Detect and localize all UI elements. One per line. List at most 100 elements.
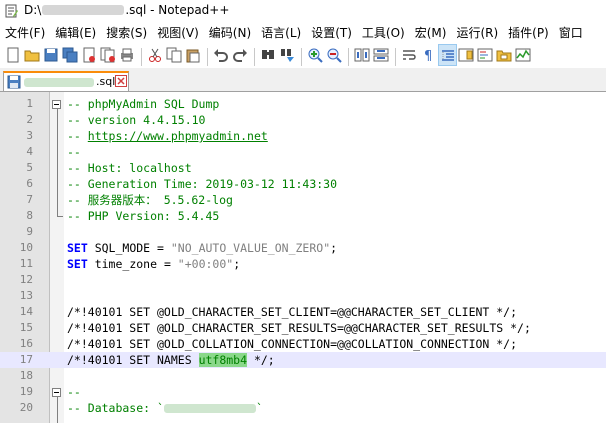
menu-item[interactable]: 编码(N) [204,23,256,42]
code-line[interactable]: 7 -- 服务器版本： 5.5.62-log [0,192,606,208]
close-icon [83,47,95,63]
code-line[interactable]: 16 /*!40101 SET @OLD_COLLATION_CONNECTION… [0,336,606,352]
paste-button[interactable] [184,44,203,66]
code-line[interactable]: 19 -- [0,384,606,400]
menu-item[interactable]: 语言(L) [256,23,306,42]
code-line[interactable]: 5 -- Host: localhost [0,160,606,176]
folder-workspace-button[interactable] [495,44,514,66]
function-list-button[interactable] [476,44,495,66]
line-text[interactable]: -- Generation Time: 2019-03-12 11:43:30 [67,176,337,192]
save-all-icon [62,47,78,63]
menu-item[interactable]: 视图(V) [152,23,204,42]
title-bar: D:\ .sql - Notepad++ [0,0,606,22]
file-tab[interactable]: .sql [3,71,129,91]
line-text[interactable]: /*!40101 SET @OLD_COLLATION_CONNECTION=@… [67,336,517,352]
line-text[interactable]: -- Database: ` ` [67,400,263,416]
copy-icon [166,47,182,63]
line-text[interactable]: /*!40101 SET @OLD_CHARACTER_SET_CLIENT=@… [67,304,517,320]
doc-map-button[interactable] [457,44,476,66]
save-button[interactable] [42,44,61,66]
menu-item[interactable]: 宏(M) [410,23,452,42]
word-wrap-button[interactable] [400,44,419,66]
url-link[interactable]: https://www.phpmyadmin.net [88,129,268,143]
menu-item[interactable]: 搜索(S) [101,23,152,42]
indent-guide-button[interactable] [438,44,457,66]
redacted-database-name [163,404,256,413]
replace-button[interactable] [278,44,297,66]
open-file-button[interactable] [23,44,42,66]
print-icon [121,48,133,62]
line-text[interactable]: SET SQL_MODE = "NO_AUTO_VALUE_ON_ZERO"; [67,240,337,256]
line-number: 13 [19,289,33,302]
print-button[interactable] [118,44,137,66]
line-text[interactable]: -- phpMyAdmin SQL Dump [67,96,219,112]
line-text[interactable]: -- version 4.4.15.10 [67,112,205,128]
code-line[interactable]: 20 -- Database: ` ` [0,400,606,416]
line-text[interactable]: -- 服务器版本： 5.5.62-log [67,192,233,208]
new-file-button[interactable] [4,44,23,66]
sync-vertical-button[interactable] [353,44,372,66]
code-line[interactable]: 17 /*!40101 SET NAMES utf8mb4 */; [0,352,606,368]
menu-item[interactable]: 运行(R) [451,23,503,42]
sql-text: ; [330,241,338,255]
zoom-in-button[interactable] [306,44,325,66]
code-line[interactable]: 12 [0,272,606,288]
code-line[interactable]: 9 [0,224,606,240]
saved-file-icon [7,75,21,89]
close-all-button[interactable] [99,44,118,66]
line-text[interactable]: /*!40101 SET NAMES utf8mb4 */; [67,352,275,368]
close-button[interactable] [80,44,99,66]
code-line[interactable]: 8 -- PHP Version: 5.4.45 [0,208,606,224]
line-text[interactable]: SET time_zone = "+00:00"; [67,256,240,272]
code-line[interactable]: 3 -- https://www.phpmyadmin.net [0,128,606,144]
redo-button[interactable] [231,44,250,66]
line-text[interactable]: -- [67,384,81,400]
tab-bar: .sql [0,68,606,92]
sql-comment: -- [67,129,88,143]
code-line[interactable]: 10 SET SQL_MODE = "NO_AUTO_VALUE_ON_ZERO"… [0,240,606,256]
line-number: 15 [19,321,33,334]
editor-area[interactable]: 1 -- phpMyAdmin SQL Dump 2 -- version 4.4.1… [0,92,606,423]
menu-item[interactable]: 编辑(E) [50,23,101,42]
sql-text: /*!40101 SET NAMES [67,353,199,367]
line-text[interactable]: -- Host: localhost [67,160,192,176]
line-text[interactable]: /*!40101 SET @OLD_CHARACTER_SET_RESULTS=… [67,320,531,336]
code-line[interactable]: 14 /*!40101 SET @OLD_CHARACTER_SET_CLIENT… [0,304,606,320]
line-number: 9 [26,225,33,238]
save-all-button[interactable] [61,44,80,66]
code-line[interactable]: 2 -- version 4.4.15.10 [0,112,606,128]
sync-horizontal-button[interactable] [372,44,391,66]
menu-item[interactable]: 工具(O) [357,23,410,42]
code-line[interactable]: 18 [0,368,606,384]
zoom-out-button[interactable] [325,44,344,66]
cut-button[interactable] [146,44,165,66]
code-line[interactable]: 6 -- Generation Time: 2019-03-12 11:43:30 [0,176,606,192]
menu-item[interactable]: 窗口 [554,23,588,42]
line-text[interactable]: -- [67,144,81,160]
tab-close-button[interactable] [115,75,127,87]
code-line[interactable]: 1 -- phpMyAdmin SQL Dump [0,96,606,112]
menu-item[interactable]: 文件(F) [0,23,50,42]
menu-item[interactable]: 设置(T) [306,23,357,42]
redacted-path [42,5,125,15]
line-text[interactable]: -- PHP Version: 5.4.45 [67,208,219,224]
code-lines[interactable]: 1 -- phpMyAdmin SQL Dump 2 -- version 4.4.1… [0,96,606,416]
notepadpp-icon [5,4,18,18]
sql-comment: -- phpMyAdmin SQL Dump [67,97,220,111]
code-line[interactable]: 4 -- [0,144,606,160]
copy-button[interactable] [165,44,184,66]
code-line[interactable]: 15 /*!40101 SET @OLD_CHARACTER_SET_RESULT… [0,320,606,336]
toolbar-separator [254,48,255,66]
menu-bar: 文件(F) 编辑(E) 搜索(S) 视图(V) 编码(N) 语言(L) 设置(T) 工具(O)… [0,22,606,42]
code-line[interactable]: 11 SET time_zone = "+00:00"; [0,256,606,272]
find-button[interactable] [259,44,278,66]
undo-button[interactable] [212,44,231,66]
zoom-out-icon [327,48,342,63]
code-line[interactable]: 13 [0,288,606,304]
toolbar-separator [141,48,142,66]
show-all-chars-button[interactable]: ¶ [419,44,438,66]
monitoring-button[interactable] [514,44,533,66]
line-text[interactable]: -- https://www.phpmyadmin.net [67,128,268,144]
menu-item[interactable]: 插件(P) [503,23,554,42]
word-wrap-icon [403,50,416,60]
